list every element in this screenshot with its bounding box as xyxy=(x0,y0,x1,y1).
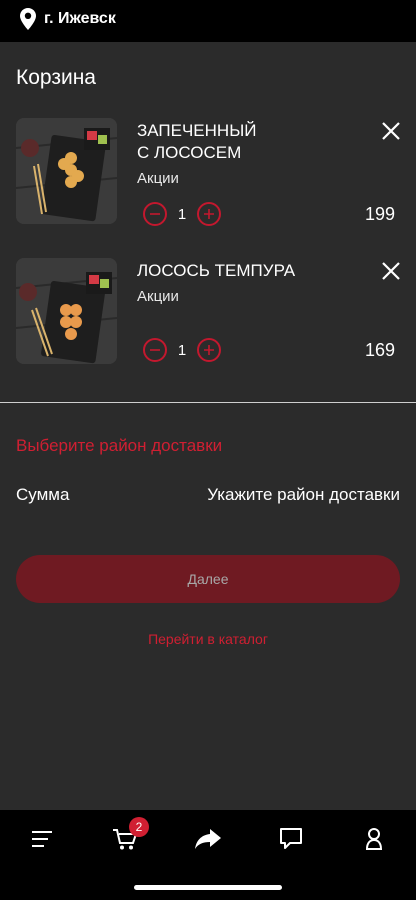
page-title: Корзина xyxy=(16,66,96,89)
location-pin-icon[interactable] xyxy=(20,8,36,30)
top-bar: г. Ижевск xyxy=(0,0,416,42)
item-name: ЗАПЕЧЕННЫЙ С ЛОСОСЕМ xyxy=(137,121,257,162)
item-category: Акции xyxy=(137,170,179,187)
tab-menu[interactable] xyxy=(22,824,62,854)
profile-icon xyxy=(365,828,383,850)
quantity-value: 1 xyxy=(177,205,187,223)
product-image[interactable] xyxy=(16,258,117,364)
cart-badge: 2 xyxy=(129,817,149,837)
menu-icon xyxy=(32,831,52,847)
share-icon xyxy=(195,829,221,849)
cart-item: ЗАПЕЧЕННЫЙ С ЛОСОСЕМ Акции 1 199 xyxy=(0,118,416,238)
item-category: Акции xyxy=(137,288,179,305)
tab-share[interactable] xyxy=(188,824,228,854)
chat-icon xyxy=(280,828,302,849)
increase-button[interactable] xyxy=(197,338,221,362)
quantity-stepper: 1 xyxy=(143,336,221,364)
close-icon[interactable] xyxy=(380,120,402,142)
plus-icon xyxy=(204,345,214,355)
next-button[interactable]: Далее xyxy=(16,555,400,603)
minus-icon xyxy=(150,349,160,351)
plus-icon xyxy=(204,209,214,219)
decrease-button[interactable] xyxy=(143,202,167,226)
home-indicator xyxy=(134,885,282,890)
product-image[interactable] xyxy=(16,118,117,224)
go-to-catalog-link[interactable]: Перейти в каталог xyxy=(0,631,416,647)
sum-value: Укажите район доставки xyxy=(207,485,400,504)
select-district-link[interactable]: Выберите район доставки xyxy=(16,436,222,456)
tab-profile[interactable] xyxy=(354,824,394,854)
minus-icon xyxy=(150,213,160,215)
quantity-stepper: 1 xyxy=(143,200,221,228)
item-name: ЛОСОСЬ ТЕМПУРА xyxy=(137,261,296,280)
tab-chat[interactable] xyxy=(271,824,311,854)
cart-item: ЛОСОСЬ ТЕМПУРА Акции 1 169 xyxy=(0,258,416,378)
close-icon[interactable] xyxy=(380,260,402,282)
sum-label: Сумма xyxy=(16,485,70,504)
item-price: 199 xyxy=(364,204,395,224)
divider xyxy=(0,402,416,403)
next-button-label: Далее xyxy=(187,571,229,587)
quantity-value: 1 xyxy=(177,341,187,359)
decrease-button[interactable] xyxy=(143,338,167,362)
item-price: 169 xyxy=(364,340,395,360)
increase-button[interactable] xyxy=(197,202,221,226)
city-label[interactable]: г. Ижевск xyxy=(44,10,116,28)
